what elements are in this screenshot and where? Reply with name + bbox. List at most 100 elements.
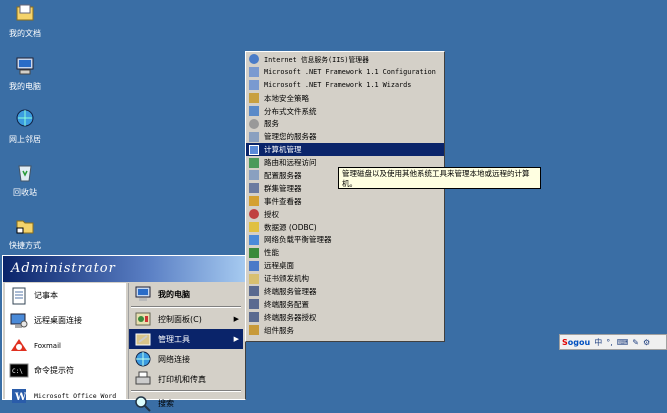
desktop-icon-label: 我的电脑 xyxy=(9,82,41,91)
desktop-icon-my-documents[interactable]: 我的文档 xyxy=(0,2,50,39)
dotnet-wizard-icon xyxy=(249,80,259,91)
tooltip-computer-management: 管理磁盘以及使用其他系统工具来管理本地或远程的计算机。 xyxy=(338,167,541,189)
settings-icon[interactable]: ⚙ xyxy=(643,338,650,347)
start-item-printers[interactable]: 打印机和传真 xyxy=(129,369,243,389)
menu-item-manage-server[interactable]: 管理您的服务器 xyxy=(246,130,444,143)
menu-item-computer-management[interactable]: 计算机管理 xyxy=(246,143,444,157)
menu-item-net-wizards[interactable]: Microsoft .NET Framework 1.1 Wizards xyxy=(246,79,444,92)
remote-desktops-icon xyxy=(249,260,259,271)
menu-item-remote-desktops[interactable]: 远程桌面 xyxy=(246,259,444,272)
start-item-label: Microsoft Office Word xyxy=(34,391,117,400)
certificate-icon xyxy=(249,273,259,284)
start-item-command-prompt[interactable]: C:\ 命令提示符 xyxy=(5,358,126,383)
terminal-config-icon xyxy=(249,299,259,310)
search-icon xyxy=(135,396,151,412)
shortcut-folder-icon xyxy=(16,220,34,234)
start-item-label: Foxmail xyxy=(34,341,61,350)
start-item-my-computer[interactable]: 我的电脑 xyxy=(129,283,243,305)
menu-item-services[interactable]: 服务 xyxy=(246,117,444,130)
component-services-icon xyxy=(249,325,259,336)
my-documents-icon xyxy=(16,4,34,21)
start-item-label: 管理工具 xyxy=(158,334,190,344)
menu-item-iis-manager[interactable]: Internet 信息服务(IIS)管理器 xyxy=(246,53,444,66)
keyboard-icon[interactable]: ⌨ xyxy=(617,338,629,347)
dfs-icon xyxy=(249,106,259,116)
menu-item-dfs[interactable]: 分布式文件系统 xyxy=(246,105,444,118)
start-menu: Administrator 记事本 远程桌面连接 Foxmail C:\ 命令提… xyxy=(2,255,246,412)
word-icon: W xyxy=(12,388,27,403)
menu-separator xyxy=(131,390,241,392)
start-menu-system-list: 我的电脑 控制面板(C) ▶ 管理工具 ▶ 网络连接 打印机和传真 搜索 xyxy=(128,283,243,412)
printers-icon xyxy=(135,371,151,385)
start-item-label: 搜索 xyxy=(158,398,174,408)
desktop-icon-recycle-bin[interactable]: 回收站 xyxy=(0,161,50,198)
pen-icon[interactable]: ✎ xyxy=(632,338,639,347)
odbc-icon xyxy=(249,222,259,233)
foxmail-icon xyxy=(11,338,27,351)
menu-item-terminal-services-config[interactable]: 终端服务配置 xyxy=(246,298,444,311)
start-item-label: 网络连接 xyxy=(158,354,190,364)
menu-item-terminal-services-manager[interactable]: 终端服务管理器 xyxy=(246,285,444,298)
start-item-label: 远程桌面连接 xyxy=(34,316,82,325)
configure-server-icon xyxy=(249,170,259,181)
routing-icon xyxy=(249,157,259,168)
start-menu-pinned-list: 记事本 远程桌面连接 Foxmail C:\ 命令提示符 W Microsoft… xyxy=(5,283,126,403)
security-policy-icon xyxy=(249,93,259,104)
menu-item-licensing[interactable]: 授权 xyxy=(246,208,444,221)
admin-tools-submenu: Internet 信息服务(IIS)管理器 Microsoft .NET Fra… xyxy=(245,51,445,342)
menu-item-performance[interactable]: 性能 xyxy=(246,246,444,259)
nlb-icon xyxy=(249,234,259,245)
start-item-label: 打印机和传真 xyxy=(158,374,206,384)
services-icon xyxy=(249,118,259,129)
dotnet-config-icon xyxy=(249,67,259,78)
start-item-notepad[interactable]: 记事本 xyxy=(5,283,126,308)
menu-item-odbc[interactable]: 数据源 (ODBC) xyxy=(246,221,444,234)
start-item-search[interactable]: 搜索 xyxy=(129,393,243,413)
recycle-bin-icon xyxy=(18,165,32,182)
menu-item-net-configuration[interactable]: Microsoft .NET Framework 1.1 Configurati… xyxy=(246,66,444,79)
desktop-icon-label: 回收站 xyxy=(13,188,37,197)
sogou-logo: Sogou xyxy=(562,337,591,347)
control-panel-icon xyxy=(135,312,151,326)
ime-toolbar[interactable]: Sogou 中 °, ⌨ ✎ ⚙ xyxy=(559,334,667,350)
computer-management-icon xyxy=(249,144,259,155)
desktop-icon-network[interactable]: 网上邻居 xyxy=(0,108,50,145)
notepad-icon xyxy=(12,287,26,304)
desktop-icon-label: 网上邻居 xyxy=(9,135,41,144)
menu-item-nlb-manager[interactable]: 网络负载平衡管理器 xyxy=(246,233,444,246)
start-item-word[interactable]: W Microsoft Office Word xyxy=(5,383,126,408)
performance-icon xyxy=(249,247,259,258)
command-prompt-icon: C:\ xyxy=(9,363,29,377)
desktop-icon-shortcut[interactable]: 快捷方式 xyxy=(0,214,50,251)
start-item-label: 控制面板(C) xyxy=(158,314,202,324)
start-item-foxmail[interactable]: Foxmail xyxy=(5,333,126,358)
event-viewer-icon xyxy=(249,196,259,207)
my-computer-icon xyxy=(16,57,34,75)
iis-icon xyxy=(249,54,259,65)
svg-text:W: W xyxy=(14,392,27,403)
admin-tools-icon xyxy=(135,333,151,346)
start-menu-user-header: Administrator xyxy=(3,256,245,282)
menu-item-component-services[interactable]: 组件服务 xyxy=(246,324,444,337)
remote-desktop-icon xyxy=(10,313,28,328)
menu-item-terminal-server-licensing[interactable]: 终端服务器授权 xyxy=(246,311,444,324)
input-mode-toggle[interactable]: 中 xyxy=(594,337,602,348)
manage-server-icon xyxy=(249,131,259,142)
my-computer-icon xyxy=(135,286,151,301)
start-item-label: 记事本 xyxy=(34,291,58,300)
licensing-icon xyxy=(249,209,259,220)
punctuation-icon[interactable]: °, xyxy=(606,338,613,347)
menu-item-certificate-authority[interactable]: 证书颁发机构 xyxy=(246,272,444,285)
start-item-network-connections[interactable]: 网络连接 xyxy=(129,349,243,369)
start-item-remote-desktop[interactable]: 远程桌面连接 xyxy=(5,308,126,333)
desktop-icon-my-computer[interactable]: 我的电脑 xyxy=(0,55,50,92)
start-item-control-panel[interactable]: 控制面板(C) ▶ xyxy=(129,309,243,329)
start-item-admin-tools[interactable]: 管理工具 ▶ xyxy=(129,329,243,349)
start-item-label: 命令提示符 xyxy=(34,366,74,375)
svg-text:C:\: C:\ xyxy=(12,368,23,375)
menu-item-event-viewer[interactable]: 事件查看器 xyxy=(246,195,444,208)
chevron-right-icon: ▶ xyxy=(233,335,239,343)
tooltip-text: 管理磁盘以及使用其他系统工具来管理本地或远程的计算机。 xyxy=(342,169,530,188)
desktop-icon-label: 我的文档 xyxy=(9,29,41,38)
menu-item-local-security-policy[interactable]: 本地安全策略 xyxy=(246,92,444,105)
